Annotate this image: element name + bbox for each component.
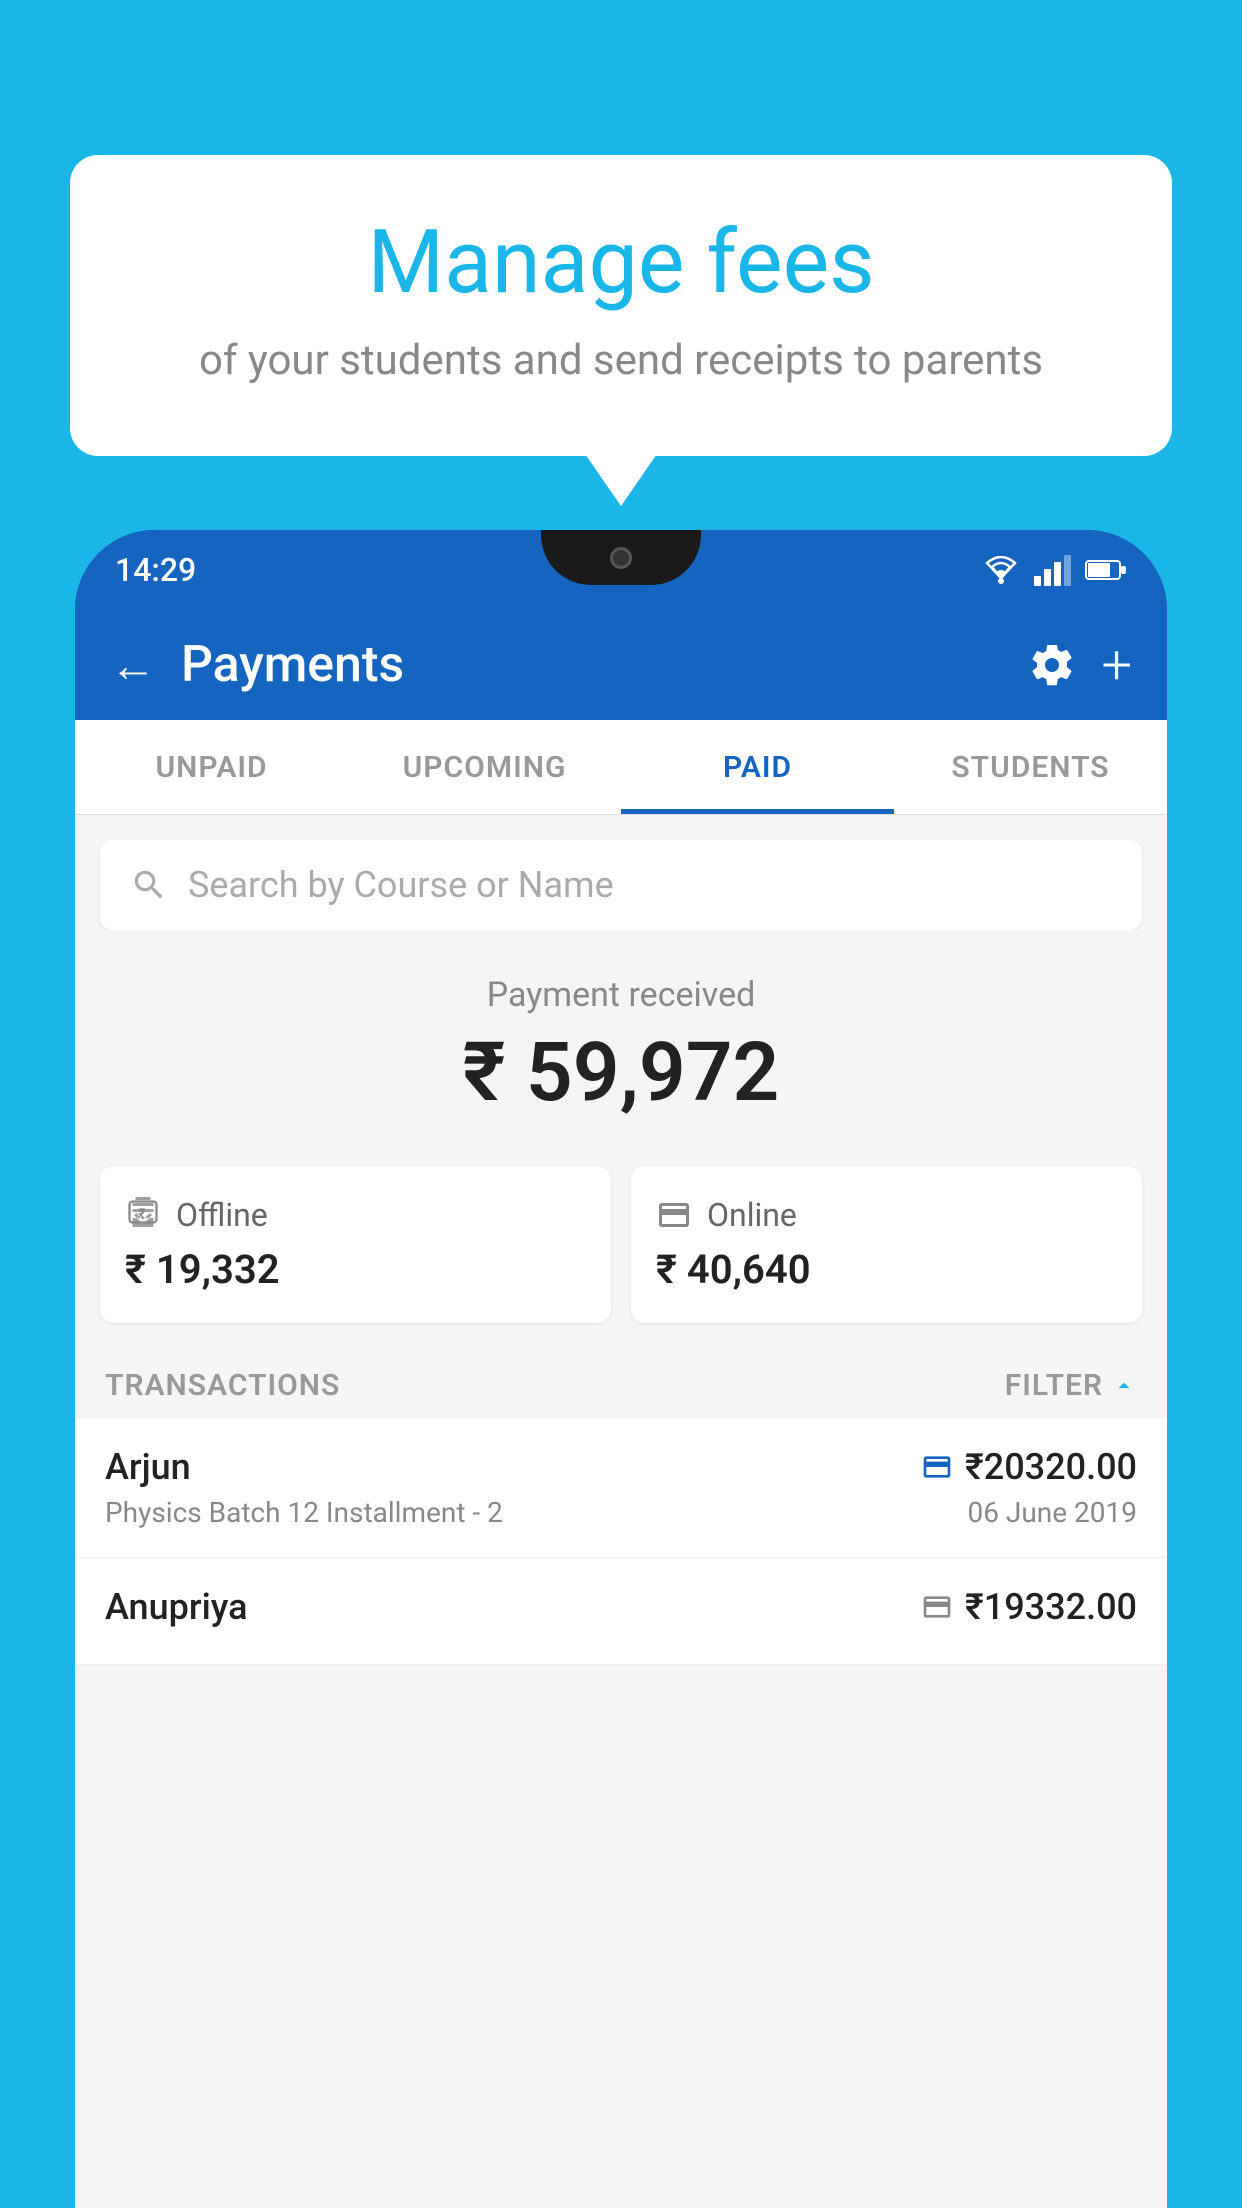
add-button[interactable]: +	[1101, 634, 1132, 697]
transaction-amount-row-1: ₹20320.00	[921, 1446, 1137, 1488]
payment-received-amount: ₹ 59,972	[100, 1025, 1142, 1121]
search-icon	[130, 866, 168, 904]
page-title: Payments	[181, 636, 1003, 694]
bubble-title: Manage fees	[140, 215, 1102, 312]
transaction-amount-row-2: ₹19332.00	[921, 1586, 1137, 1628]
status-bar: 14:29	[75, 530, 1167, 610]
rupee-payment-icon-2	[921, 1591, 953, 1623]
transaction-course-1: Physics Batch 12 Installment - 2	[105, 1496, 503, 1529]
online-icon	[656, 1197, 692, 1233]
transaction-row-1: Arjun ₹20320.00	[105, 1446, 1137, 1488]
camera	[610, 547, 632, 569]
signal-icon	[1034, 555, 1071, 586]
app-header: ← Payments +	[75, 610, 1167, 720]
tabs-bar: UNPAID UPCOMING PAID STUDENTS	[75, 720, 1167, 815]
offline-amount: ₹ 19,332	[125, 1246, 586, 1293]
phone-frame: 14:29 ← Pa	[75, 530, 1167, 2208]
transaction-name-1: Arjun	[105, 1446, 191, 1488]
online-card: Online ₹ 40,640	[631, 1166, 1142, 1323]
transaction-amount-1: ₹20320.00	[965, 1446, 1137, 1488]
transaction-item-2[interactable]: Anupriya ₹19332.00	[75, 1558, 1167, 1665]
offline-icon: ₹	[125, 1197, 161, 1233]
back-button[interactable]: ←	[110, 638, 156, 693]
speech-bubble: Manage fees of your students and send re…	[70, 155, 1172, 456]
search-input[interactable]: Search by Course or Name	[188, 864, 614, 906]
tab-students[interactable]: STUDENTS	[894, 720, 1167, 814]
svg-text:₹: ₹	[139, 1206, 146, 1222]
tab-unpaid[interactable]: UNPAID	[75, 720, 348, 814]
online-amount: ₹ 40,640	[656, 1246, 1117, 1293]
offline-label: Offline	[176, 1196, 268, 1234]
card-payment-icon-1	[921, 1451, 953, 1483]
filter-icon	[1111, 1373, 1137, 1399]
tab-paid[interactable]: PAID	[621, 720, 894, 814]
bubble-subtitle: of your students and send receipts to pa…	[140, 332, 1102, 391]
payment-received-section: Payment received ₹ 59,972	[75, 930, 1167, 1166]
tab-upcoming[interactable]: UPCOMING	[348, 720, 621, 814]
transactions-label: TRANSACTIONS	[105, 1368, 340, 1403]
transaction-row-2: Anupriya ₹19332.00	[105, 1586, 1137, 1628]
transaction-detail-1: Physics Batch 12 Installment - 2 06 June…	[105, 1496, 1137, 1529]
battery-icon	[1085, 559, 1127, 581]
search-bar[interactable]: Search by Course or Name	[100, 840, 1142, 930]
online-label: Online	[707, 1196, 797, 1234]
wifi-icon	[982, 556, 1020, 584]
transaction-name-2: Anupriya	[105, 1586, 248, 1628]
transaction-amount-2: ₹19332.00	[965, 1586, 1137, 1628]
online-card-header: Online	[656, 1196, 1117, 1234]
status-time: 14:29	[115, 551, 196, 589]
transaction-item[interactable]: Arjun ₹20320.00 Physics Batch 12 Install…	[75, 1418, 1167, 1558]
payment-cards: ₹ Offline ₹ 19,332 Online ₹ 40,640	[75, 1166, 1167, 1348]
transactions-header: TRANSACTIONS FILTER	[75, 1348, 1167, 1418]
notch	[541, 530, 701, 585]
offline-card: ₹ Offline ₹ 19,332	[100, 1166, 611, 1323]
offline-card-header: ₹ Offline	[125, 1196, 586, 1234]
filter-button[interactable]: FILTER	[1005, 1368, 1137, 1403]
payment-received-label: Payment received	[100, 975, 1142, 1015]
gear-icon[interactable]	[1028, 641, 1076, 689]
app-content: Search by Course or Name Payment receive…	[75, 815, 1167, 2208]
speech-bubble-container: Manage fees of your students and send re…	[70, 155, 1172, 456]
transaction-date-1: 06 June 2019	[967, 1496, 1137, 1529]
status-icons	[982, 555, 1127, 586]
